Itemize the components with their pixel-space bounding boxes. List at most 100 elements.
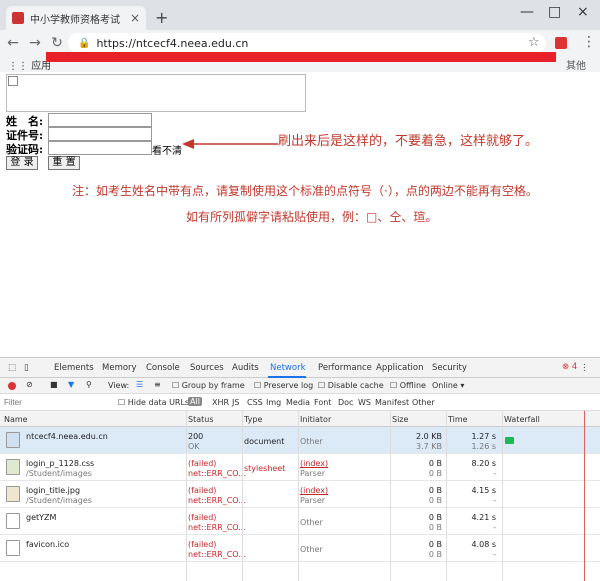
table-row[interactable]: getYZM (failed) net::ERR_CO... Other 0 B0 B4…	[0, 508, 600, 535]
reset-button[interactable]: 重 置	[48, 156, 80, 170]
record-icon[interactable]	[8, 382, 16, 390]
type-filter-other[interactable]: Other	[412, 398, 435, 407]
tab-console[interactable]: Console	[146, 363, 180, 373]
disable-cache-checkbox[interactable]: ☐ Disable cache	[318, 381, 384, 390]
error-badge[interactable]: ⊗ 4	[562, 362, 577, 372]
tab-sources[interactable]: Sources	[190, 363, 224, 373]
menu-dots-icon[interactable]: ⋮	[582, 34, 596, 50]
col-divider	[502, 411, 503, 581]
new-tab-button[interactable]: +	[155, 8, 168, 27]
close-window-button[interactable]: ×	[577, 4, 589, 20]
tab-memory[interactable]: Memory	[102, 363, 137, 373]
devtools-menu-icon[interactable]: ⋮	[580, 363, 589, 373]
browser-chrome: 中小学教师资格考试 × + — □ × ← → ↻ 🔒 https://ntce…	[0, 0, 600, 72]
bookmark-apps[interactable]: ⋮⋮ 应用	[8, 57, 51, 72]
request-initiator: Other	[300, 545, 323, 554]
tab-close-icon[interactable]: ×	[130, 11, 140, 25]
type-filter-font[interactable]: Font	[314, 398, 331, 407]
extension-icon[interactable]	[555, 37, 567, 49]
col-initiator[interactable]: Initiator	[300, 415, 331, 424]
tab-performance[interactable]: Performance	[318, 363, 372, 373]
back-arrow-icon[interactable]: ←	[4, 35, 22, 51]
type-filter-xhr[interactable]: XHR	[212, 398, 229, 407]
request-initiator[interactable]: (index)	[300, 486, 328, 495]
type-filter-ws[interactable]: WS	[358, 398, 371, 407]
type-filter-media[interactable]: Media	[286, 398, 310, 407]
captcha-refresh-link[interactable]: 看不清	[152, 142, 182, 157]
device-icon[interactable]: ▯	[24, 363, 29, 373]
request-time: 4.21 s	[471, 513, 496, 522]
inspect-icon[interactable]: ⬚	[8, 363, 16, 373]
tab-audits[interactable]: Audits	[232, 363, 259, 373]
throttling-select[interactable]: Online ▾	[432, 381, 464, 390]
col-waterfall[interactable]: Waterfall	[504, 415, 540, 424]
minimize-button[interactable]: —	[520, 4, 534, 20]
type-filter-js[interactable]: JS	[232, 398, 239, 407]
table-row[interactable]: favicon.ico (failed) net::ERR_CO... Other 0 …	[0, 535, 600, 562]
list-view-icon[interactable]: ☰	[136, 380, 143, 389]
col-time[interactable]: Time	[448, 415, 468, 424]
captcha-input[interactable]	[48, 141, 152, 155]
tab-network[interactable]: Network	[270, 363, 306, 373]
tab-elements[interactable]: Elements	[54, 363, 94, 373]
overview-icon[interactable]: ≡	[154, 380, 161, 389]
devtools-panel: ⬚ ▯ Elements Memory Console Sources Audi…	[0, 357, 600, 581]
request-initiator: Other	[300, 518, 323, 527]
network-table-header: Name Status Type Initiator Size Time Wat…	[0, 411, 600, 427]
name-input[interactable]	[48, 113, 152, 127]
login-button[interactable]: 登 录	[6, 156, 38, 170]
request-latency: 1.26 s	[471, 442, 496, 451]
request-status: (failed)	[188, 540, 217, 549]
hide-data-urls-checkbox[interactable]: ☐ Hide data URLs	[118, 398, 189, 407]
camera-icon[interactable]: ■	[50, 380, 58, 389]
filter-icon[interactable]: ▼	[68, 380, 74, 389]
table-row[interactable]: login_title.jpg/Student/images (failed) ne…	[0, 481, 600, 508]
request-name[interactable]: ntcecf4.neea.edu.cn	[26, 432, 108, 441]
dot-note: 注：如考生姓名中带有点，请复制使用这个标准的点符号（·），点的两边不能再有空格。	[72, 184, 538, 198]
bookmark-star-icon[interactable]: ☆	[528, 35, 540, 50]
request-latency: -	[493, 496, 496, 505]
offline-checkbox[interactable]: ☐ Offline	[390, 381, 426, 390]
group-by-frame-checkbox[interactable]: ☐ Group by frame	[172, 381, 245, 390]
bookmark-other[interactable]: 其他	[566, 57, 586, 72]
browser-tab[interactable]: 中小学教师资格考试 ×	[6, 6, 146, 30]
reload-icon[interactable]: ↻	[48, 35, 66, 51]
col-divider	[186, 411, 187, 581]
preserve-log-checkbox[interactable]: ☐ Preserve log	[254, 381, 313, 390]
filter-input[interactable]	[4, 396, 112, 408]
type-filter-manifest[interactable]: Manifest	[375, 398, 409, 407]
col-name[interactable]: Name	[4, 415, 28, 424]
col-status[interactable]: Status	[188, 415, 214, 424]
request-size: 0 B	[428, 486, 442, 495]
type-filter-css[interactable]: CSS	[247, 398, 263, 407]
address-bar[interactable]: 🔒 https://ntcecf4.neea.edu.cn	[68, 33, 546, 53]
request-time: 4.08 s	[471, 540, 496, 549]
col-type[interactable]: Type	[244, 415, 262, 424]
request-initiator[interactable]: (index)	[300, 459, 328, 468]
type-filter-doc[interactable]: Doc	[338, 398, 353, 407]
request-initiator-type: Parser	[300, 469, 326, 478]
request-status-text: net::ERR_CO...	[188, 496, 246, 505]
tab-security[interactable]: Security	[432, 363, 467, 373]
request-latency: -	[493, 550, 496, 559]
waterfall-bar	[505, 437, 514, 444]
type-filter-all[interactable]: All	[188, 397, 202, 406]
request-latency: -	[493, 469, 496, 478]
id-input[interactable]	[48, 127, 152, 141]
col-divider	[242, 411, 243, 581]
clear-icon[interactable]: ⊘	[26, 380, 33, 389]
request-name[interactable]: getYZM	[26, 513, 56, 522]
request-name[interactable]: favicon.ico	[26, 540, 69, 549]
request-size-resource: 3.7 KB	[416, 442, 442, 451]
search-icon[interactable]: ⚲	[86, 380, 92, 389]
col-size[interactable]: Size	[392, 415, 408, 424]
table-row[interactable]: login_p_1128.css/Student/images (failed) n…	[0, 454, 600, 481]
request-name[interactable]: login_title.jpg	[26, 486, 80, 495]
forward-arrow-icon[interactable]: →	[26, 35, 44, 51]
maximize-button[interactable]: □	[548, 4, 561, 20]
table-row[interactable]: ntcecf4.neea.edu.cn 200 OK document Other 2.0…	[0, 427, 600, 454]
request-name[interactable]: login_p_1128.css	[26, 459, 94, 468]
type-filter-img[interactable]: Img	[266, 398, 281, 407]
request-type: stylesheet	[244, 464, 286, 473]
tab-application[interactable]: Application	[376, 363, 424, 373]
